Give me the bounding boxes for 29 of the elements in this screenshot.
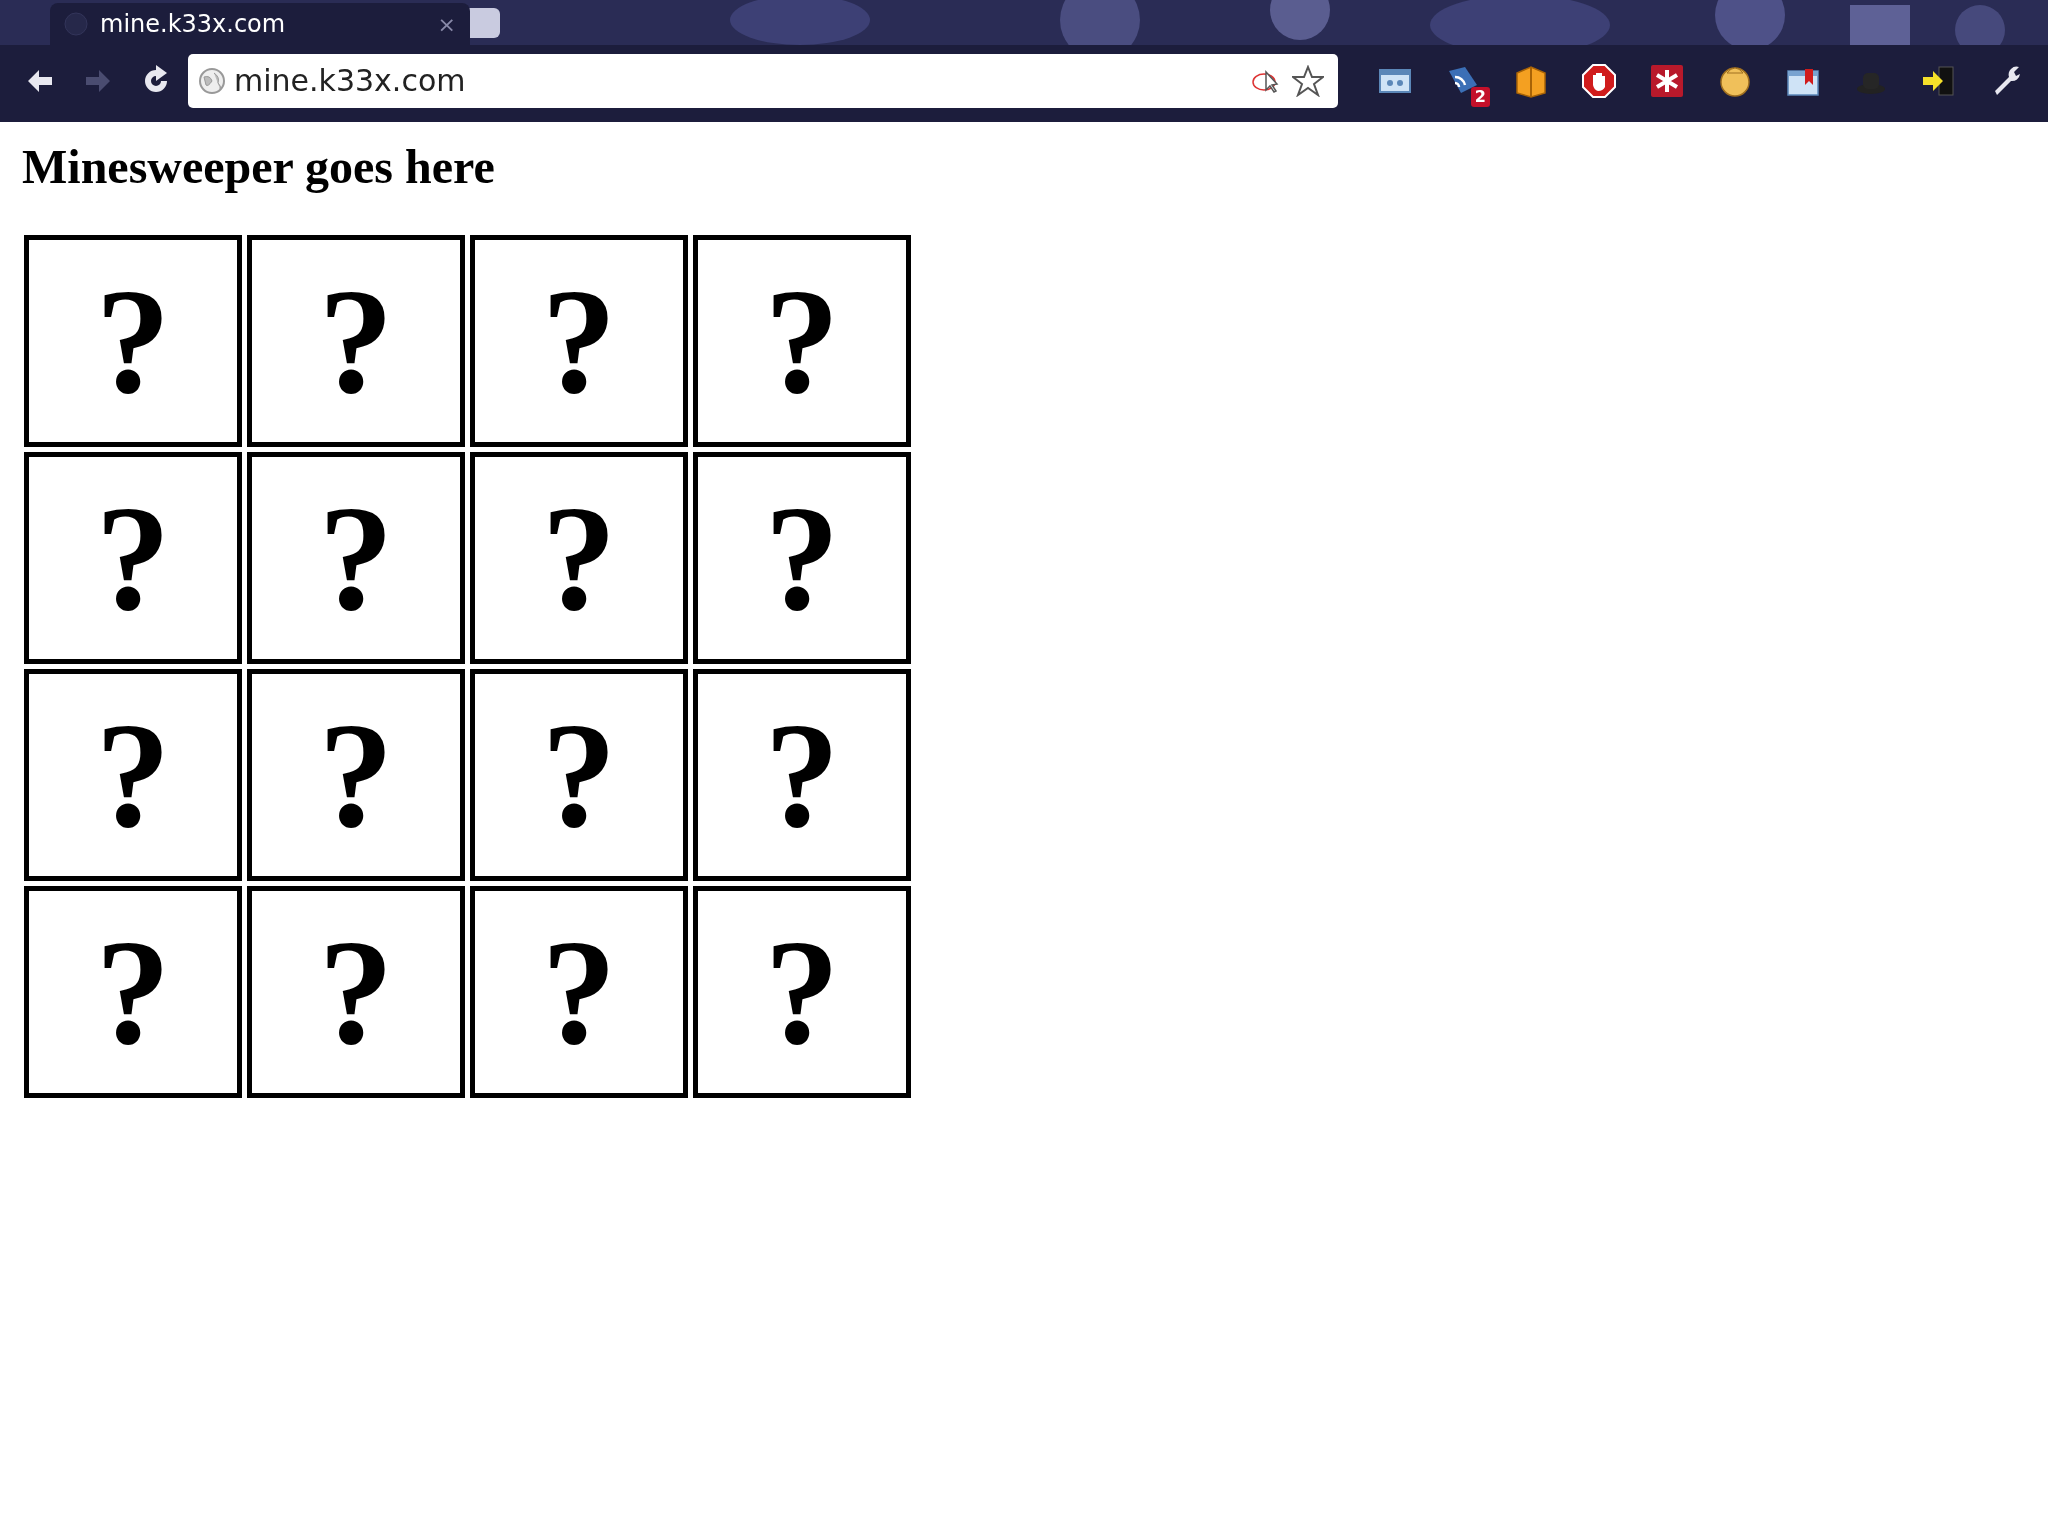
board-cell[interactable]: ? — [470, 451, 688, 664]
globe-icon — [64, 12, 88, 36]
close-button[interactable]: × — [437, 7, 456, 41]
board-cell[interactable]: ? — [693, 668, 911, 881]
asterisk-icon — [1649, 62, 1685, 99]
address-field[interactable]: mine.k33x.com — [188, 53, 1338, 108]
globe-icon — [198, 66, 226, 95]
board-cell[interactable]: ? — [247, 668, 465, 881]
extension-button[interactable]: 2 — [1432, 54, 1494, 107]
tab-title: mine.k33x.com — [100, 9, 286, 40]
board-cell[interactable]: ? — [24, 668, 242, 881]
board-cell[interactable]: ? — [470, 234, 688, 447]
hand-stop-icon — [1581, 62, 1617, 99]
star-icon — [1292, 64, 1324, 97]
board-cell[interactable]: ? — [247, 451, 465, 664]
browser-tab[interactable]: mine.k33x.com × — [50, 3, 470, 45]
board-cell[interactable]: ? — [693, 451, 911, 664]
count-badge: 2 — [1470, 86, 1490, 107]
board-cell[interactable]: ? — [24, 451, 242, 664]
board-cell[interactable]: ? — [24, 885, 242, 1098]
board-cell[interactable]: ? — [470, 885, 688, 1098]
board-cell[interactable]: ? — [693, 885, 911, 1098]
board-cell[interactable]: ? — [693, 234, 911, 447]
board-cell[interactable]: ? — [247, 885, 465, 1098]
board-cell[interactable]: ? — [247, 234, 465, 447]
url-text: mine.k33x.com — [234, 62, 466, 100]
board-cell[interactable]: ? — [470, 668, 688, 881]
board-cell[interactable]: ? — [24, 234, 242, 447]
page-heading: Minesweeper goes here — [22, 139, 496, 195]
